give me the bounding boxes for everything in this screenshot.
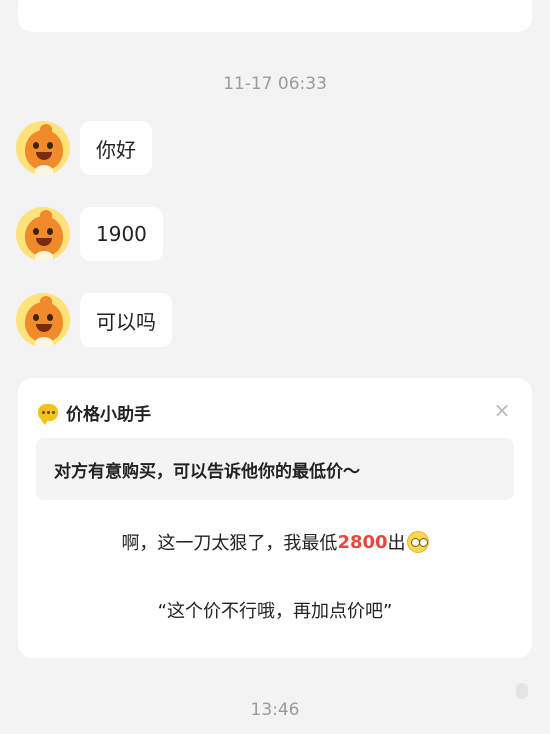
close-icon[interactable]: × (492, 400, 512, 420)
assistant-header: 价格小助手 (38, 400, 151, 425)
timestamp: 13:46 (250, 700, 300, 720)
price-assistant-card: 价格小助手 × 对方有意购买，可以告诉他你的最低价～ 啊，这一刀太狠了，我最低 2… (18, 378, 532, 658)
reply-text: 出 (387, 533, 406, 554)
watermark-logo (516, 683, 528, 699)
message-row: 你好 (16, 120, 152, 176)
assistant-prompt: 对方有意购买，可以告诉他你的最低价～ (36, 438, 514, 500)
quick-reply-raise-price[interactable]: “这个价不行哦，再加点价吧” (36, 584, 514, 636)
message-bubble[interactable]: 1900 (80, 207, 163, 261)
quick-reply-lowest-price[interactable]: 啊，这一刀太狠了，我最低 2800 出 (36, 516, 514, 568)
reply-text: 啊，这一刀太狠了，我最低 (121, 533, 338, 554)
mascot-avatar-icon[interactable] (16, 121, 70, 175)
mascot-avatar-icon[interactable] (16, 207, 70, 261)
assistant-title: 价格小助手 (66, 405, 151, 425)
mascot-avatar-icon[interactable] (16, 293, 70, 347)
timestamp: 11-17 06:33 (223, 74, 327, 94)
previous-card (18, 0, 532, 32)
dizzy-face-icon (406, 531, 429, 553)
message-bubble[interactable]: 可以吗 (80, 293, 172, 347)
price-value: 2800 (337, 531, 388, 553)
chat-screen: 11-17 06:33 你好 1900 可以吗 价格小助手 × 对方有意购买，可… (0, 0, 550, 734)
chat-bubble-icon (38, 404, 58, 425)
message-bubble[interactable]: 你好 (80, 121, 152, 175)
message-row: 1900 (16, 206, 163, 262)
message-row: 可以吗 (16, 292, 172, 348)
